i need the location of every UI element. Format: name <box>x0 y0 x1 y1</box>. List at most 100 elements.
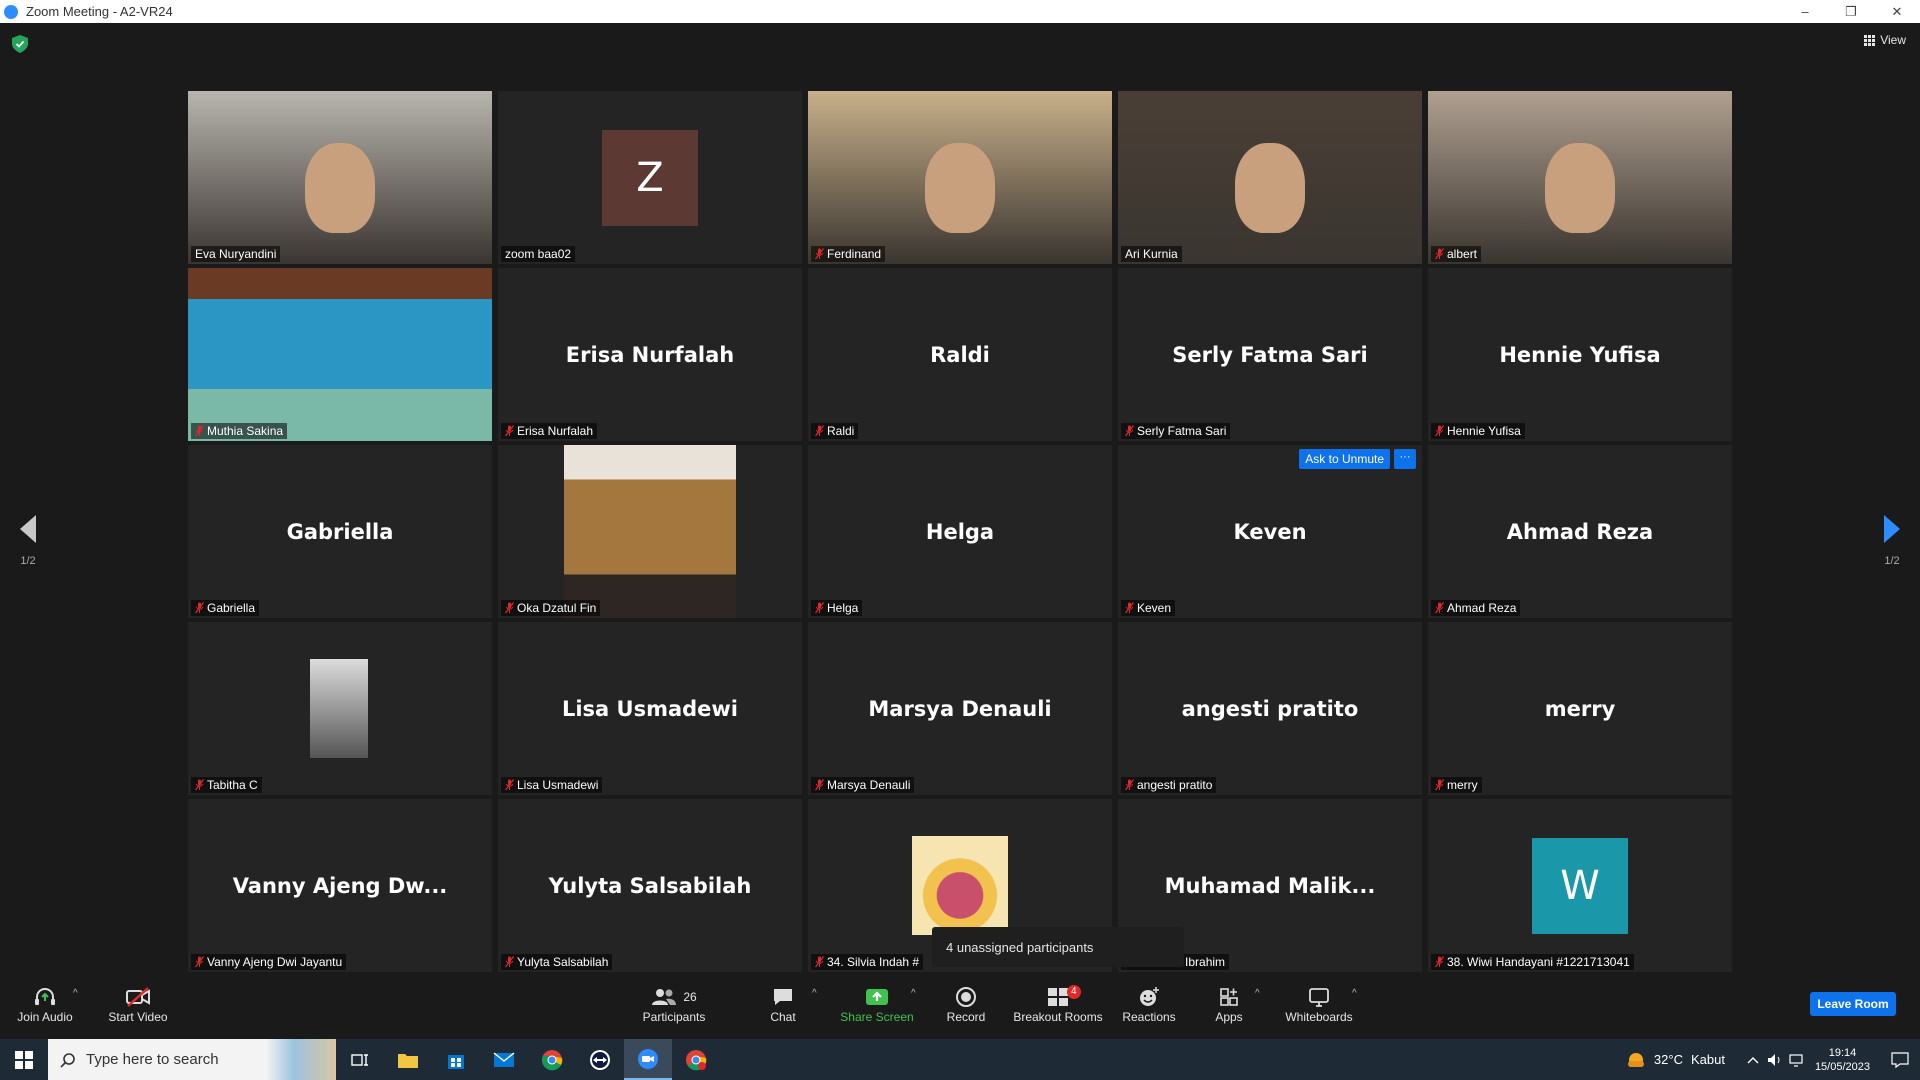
participant-tile[interactable]: Vanny Ajeng Dw... Vanny Ajeng Dwi Jayantu <box>188 799 492 972</box>
audio-options-caret[interactable]: ^ <box>73 988 78 999</box>
participant-name-label: Marsya Denauli <box>811 777 915 793</box>
network-icon[interactable] <box>1789 1053 1805 1067</box>
join-audio-label: Join Audio <box>17 1010 73 1024</box>
close-button[interactable]: ✕ <box>1874 0 1920 23</box>
participant-tile[interactable]: Marsya Denauli Marsya Denauli <box>808 622 1112 795</box>
participant-name-label: Helga <box>811 600 863 616</box>
breakout-rooms-button[interactable]: 4 Breakout Rooms <box>1008 984 1108 1024</box>
weather-description[interactable]: Kabut <box>1691 1052 1725 1067</box>
notifications-icon[interactable] <box>1880 1050 1920 1070</box>
participant-tile[interactable]: Hennie Yufisa Hennie Yufisa <box>1428 268 1732 441</box>
participant-name-text: Raldi <box>827 424 855 438</box>
zoom-app-icon <box>4 4 18 19</box>
chrome-second-button[interactable] <box>672 1039 720 1080</box>
participant-tile[interactable]: albert <box>1428 91 1732 264</box>
participant-name-label: albert <box>1431 246 1482 262</box>
participant-display-name: Lisa Usmadewi <box>561 696 739 721</box>
record-button[interactable]: Record <box>916 984 1016 1024</box>
participant-tile[interactable]: Raldi Raldi <box>808 268 1112 441</box>
taskbar-clock[interactable]: 19:14 15/05/2023 <box>1815 1046 1870 1074</box>
chat-button[interactable]: Chat <box>733 984 833 1024</box>
muted-mic-icon <box>1125 602 1134 614</box>
participant-tile[interactable]: Serly Fatma Sari Serly Fatma Sari <box>1118 268 1422 441</box>
muted-mic-icon <box>1435 248 1444 260</box>
participant-tile[interactable]: Oka Dzatul Fin <box>498 445 802 618</box>
participant-display-name: merry <box>1544 696 1616 721</box>
more-options-button[interactable]: ··· <box>1394 449 1416 469</box>
store-button[interactable] <box>432 1039 480 1080</box>
participant-tile[interactable]: merry merry <box>1428 622 1732 795</box>
task-view-button[interactable] <box>336 1039 384 1080</box>
participant-name-text: Serly Fatma Sari <box>1137 424 1227 438</box>
muted-mic-icon <box>815 248 824 260</box>
participant-display-name: Vanny Ajeng Dw... <box>232 873 448 898</box>
participant-tile[interactable]: angesti pratito angesti pratito <box>1118 622 1422 795</box>
apps-options-caret[interactable]: ^ <box>1255 988 1260 999</box>
security-shield-icon[interactable] <box>12 35 28 53</box>
participant-video-feed <box>188 91 492 264</box>
share-options-caret[interactable]: ^ <box>911 988 916 999</box>
apps-label: Apps <box>1215 1010 1243 1024</box>
participant-tile[interactable]: Gabriella Gabriella <box>188 445 492 618</box>
weather-sun-icon <box>1627 1052 1644 1067</box>
zoom-taskbar-button[interactable] <box>624 1039 672 1080</box>
teamviewer-button[interactable] <box>576 1039 624 1080</box>
muted-mic-icon <box>195 779 204 791</box>
start-button[interactable] <box>0 1039 48 1080</box>
participant-name-label: Vanny Ajeng Dwi Jayantu <box>191 954 347 970</box>
participant-tile[interactable]: Eva Nuryandini <box>188 91 492 264</box>
participant-display-name: Keven <box>1233 519 1307 544</box>
participant-tile[interactable]: Ahmad Reza Ahmad Reza <box>1428 445 1732 618</box>
participant-tile[interactable]: Muthia Sakina <box>188 268 492 441</box>
breakout-rooms-label: Breakout Rooms <box>1013 1010 1103 1024</box>
mail-icon <box>493 1051 515 1067</box>
task-view-icon <box>351 1053 368 1066</box>
chrome-button[interactable] <box>528 1039 576 1080</box>
minimize-button[interactable]: – <box>1782 0 1828 23</box>
previous-page-button[interactable]: 1/2 <box>8 515 48 567</box>
join-audio-button[interactable]: Join Audio <box>0 984 95 1024</box>
muted-mic-icon <box>195 602 204 614</box>
maximize-button[interactable]: ❐ <box>1828 0 1874 23</box>
participant-tile[interactable]: Ferdinand <box>808 91 1112 264</box>
participant-tile[interactable]: Tabitha C <box>188 622 492 795</box>
start-video-button[interactable]: Start Video <box>88 984 188 1024</box>
participant-name-label: angesti pratito <box>1121 777 1217 793</box>
participants-button[interactable]: 26 Participants <box>624 984 724 1024</box>
file-explorer-button[interactable] <box>384 1039 432 1080</box>
muted-mic-icon <box>1435 956 1444 968</box>
participant-tile[interactable]: Helga Helga <box>808 445 1112 618</box>
taskbar-search[interactable]: Type here to search <box>48 1039 336 1080</box>
participant-video-feed <box>1118 91 1422 264</box>
muted-mic-icon <box>505 425 514 437</box>
participant-tile[interactable]: Zzoom baa02 <box>498 91 802 264</box>
participant-tile[interactable]: W 38. Wiwi Handayani #1221713041 <box>1428 799 1732 972</box>
view-button[interactable]: View <box>1864 33 1906 47</box>
participant-name-label: zoom baa02 <box>501 246 576 262</box>
chat-options-caret[interactable]: ^ <box>812 988 817 999</box>
volume-icon[interactable] <box>1767 1053 1783 1067</box>
apps-button[interactable]: Apps <box>1179 984 1279 1024</box>
participant-display-name: Helga <box>925 519 995 544</box>
next-page-button[interactable]: 1/2 <box>1872 515 1912 567</box>
headphones-icon <box>35 988 55 1005</box>
chevron-up-icon[interactable] <box>1747 1055 1759 1065</box>
ask-to-unmute-button[interactable]: Ask to Unmute <box>1299 449 1390 469</box>
weather-temperature[interactable]: 32°C <box>1654 1052 1683 1067</box>
leave-room-button[interactable]: Leave Room <box>1810 992 1896 1016</box>
participant-name-label: Muthia Sakina <box>191 423 288 439</box>
participant-tile[interactable]: Yulyta Salsabilah Yulyta Salsabilah <box>498 799 802 972</box>
whiteboards-options-caret[interactable]: ^ <box>1352 988 1357 999</box>
participant-tile[interactable]: Keven Ask to Unmute ··· Keven <box>1118 445 1422 618</box>
participant-name-label: 34. Silvia Indah # <box>811 954 924 970</box>
participant-profile-picture <box>564 445 736 618</box>
chrome-profile-icon <box>686 1049 707 1070</box>
participant-name-label: merry <box>1431 777 1482 793</box>
participant-name-label: Tabitha C <box>191 777 262 793</box>
participant-tile[interactable]: Lisa Usmadewi Lisa Usmadewi <box>498 622 802 795</box>
share-screen-icon <box>866 989 888 1005</box>
participant-name-text: Helga <box>827 601 859 615</box>
participant-tile[interactable]: Ari Kurnia <box>1118 91 1422 264</box>
mail-button[interactable] <box>480 1039 528 1080</box>
participant-tile[interactable]: Erisa Nurfalah Erisa Nurfalah <box>498 268 802 441</box>
